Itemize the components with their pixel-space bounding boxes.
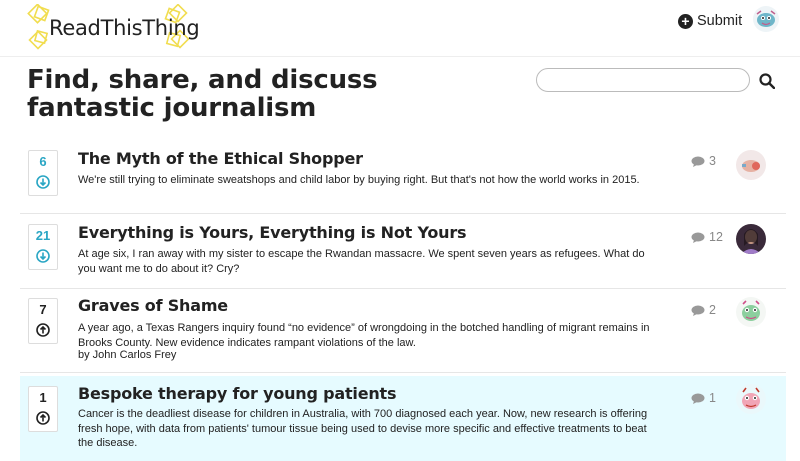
story-byline[interactable]: by John Carlos Frey — [78, 349, 176, 361]
story-title[interactable]: The Myth of the Ethical Shopper — [78, 149, 363, 168]
poster-avatar-image — [736, 297, 766, 327]
submit-button[interactable]: + Submit — [678, 13, 742, 29]
comments-link[interactable]: 3 — [691, 154, 716, 168]
story-title[interactable]: Bespoke therapy for young patients — [78, 384, 397, 403]
comments-link[interactable]: 12 — [691, 230, 723, 244]
story-item: 21 Everything is Yours, Everything is No… — [20, 222, 786, 289]
vote-button[interactable]: 1 — [28, 386, 58, 432]
story-description: Cancer is the deadliest disease for chil… — [78, 408, 648, 449]
vote-button[interactable]: 7 — [28, 298, 58, 344]
poster-avatar[interactable] — [736, 297, 766, 327]
page-title: Find, share, and discuss fantastic journ… — [27, 65, 378, 123]
story-item: 7 Graves of Shame A year ago, a Texas Ra… — [20, 296, 786, 373]
search-input[interactable] — [536, 68, 750, 92]
search-icon[interactable] — [759, 73, 775, 89]
story-title[interactable]: Everything is Yours, Everything is Not Y… — [78, 223, 467, 242]
story-title[interactable]: Graves of Shame — [78, 296, 228, 315]
comment-icon — [691, 232, 705, 243]
arrow-up-circle-icon — [36, 323, 50, 337]
logo-text: ReadThisThing — [49, 16, 200, 40]
vote-button[interactable]: 6 — [28, 150, 58, 196]
poster-avatar[interactable] — [736, 224, 766, 254]
comments-link[interactable]: 2 — [691, 303, 716, 317]
plus-circle-icon: + — [678, 13, 693, 29]
story-description: A year ago, a Texas Rangers inquiry foun… — [78, 322, 650, 349]
comment-count: 2 — [709, 303, 716, 317]
poster-avatar-image — [736, 384, 766, 414]
story-description: At age six, I ran away with my sister to… — [78, 248, 645, 275]
poster-avatar[interactable] — [736, 384, 766, 414]
story-item: 1 Bespoke therapy for young patients Can… — [20, 376, 786, 461]
comment-count: 1 — [709, 391, 716, 405]
arrow-down-circle-icon — [36, 175, 50, 189]
poster-avatar-image — [736, 224, 766, 254]
comment-icon — [691, 156, 705, 167]
arrow-down-circle-icon — [36, 249, 50, 263]
user-avatar[interactable] — [753, 6, 779, 32]
vote-count: 7 — [39, 302, 47, 317]
vote-button[interactable]: 21 — [28, 224, 58, 270]
site-header: ReadThisThing + Submit — [0, 0, 800, 57]
vote-count: 1 — [39, 390, 47, 405]
comments-link[interactable]: 1 — [691, 391, 716, 405]
submit-label: Submit — [697, 13, 743, 29]
comment-count: 12 — [709, 230, 723, 244]
comment-count: 3 — [709, 154, 716, 168]
comment-icon — [691, 305, 705, 316]
site-logo[interactable]: ReadThisThing — [26, 4, 200, 50]
vote-count: 21 — [35, 228, 51, 243]
user-avatar-image — [753, 6, 779, 32]
comment-icon — [691, 393, 705, 404]
story-item: 6 The Myth of the Ethical Shopper We're … — [20, 148, 786, 214]
poster-avatar[interactable] — [736, 150, 766, 180]
vote-count: 6 — [39, 154, 47, 169]
arrow-up-circle-icon — [36, 411, 50, 425]
poster-avatar-image — [736, 150, 766, 180]
story-description: We're still trying to eliminate sweatsho… — [78, 174, 640, 186]
